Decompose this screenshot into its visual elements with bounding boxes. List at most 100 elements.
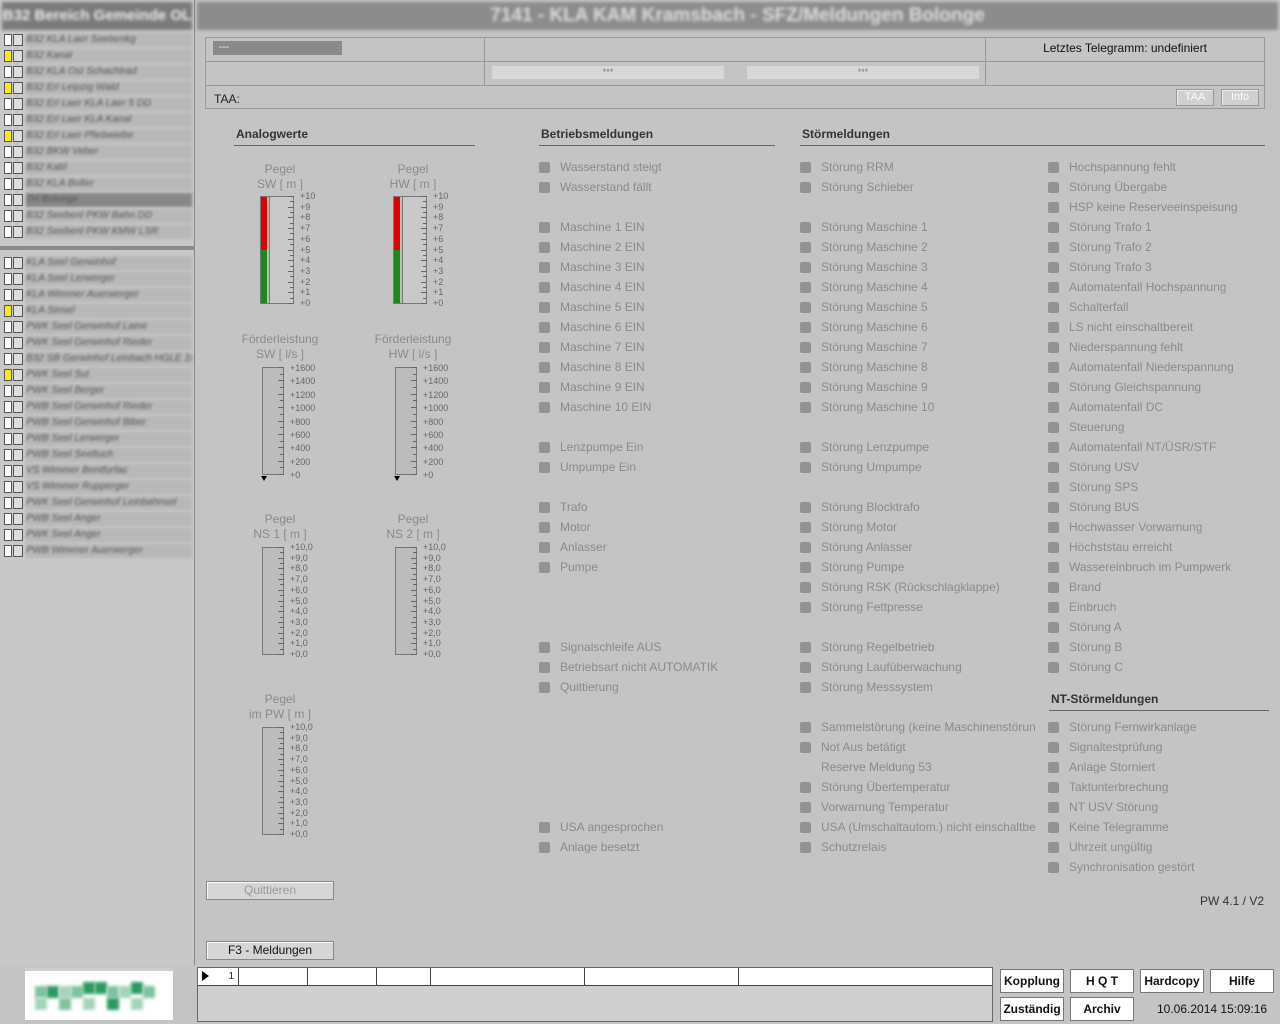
status-item: Hochwasser Vorwarnung bbox=[1048, 519, 1268, 535]
sidebar-item[interactable]: VS Wimmer Rupperger bbox=[4, 479, 192, 495]
hardcopy-button[interactable]: Hardcopy bbox=[1140, 969, 1204, 993]
quittieren-button[interactable]: Quittieren bbox=[206, 881, 334, 900]
zustaendig-button[interactable]: Zuständig bbox=[1000, 997, 1064, 1021]
sidebar-item[interactable]: B32 KLA Laer Seebenkg bbox=[4, 32, 192, 48]
gauge-tick bbox=[280, 649, 284, 650]
hqt-button[interactable]: H Q T bbox=[1070, 969, 1134, 993]
status-item: Maschine 2 EIN bbox=[539, 239, 774, 255]
sidebar-item[interactable]: PWB Seel Seeltuch bbox=[4, 447, 192, 463]
sidebar-item[interactable]: PWK Seel Anger bbox=[4, 527, 192, 543]
archiv-button[interactable]: Archiv bbox=[1070, 997, 1134, 1021]
sidebar-item[interactable]: B32 Seebenl PKW KMW LSR bbox=[4, 224, 192, 240]
status-indicator-icon bbox=[4, 481, 12, 493]
sidebar-item[interactable]: B32 SB Gerwinhof Leinbach HGLE 1020 bbox=[4, 351, 192, 367]
gauge-tick bbox=[278, 590, 284, 591]
sidebar-item[interactable]: B32 KLA Bolter bbox=[4, 176, 192, 192]
status-indicator-icon bbox=[800, 261, 811, 273]
info-button[interactable]: Info bbox=[1221, 89, 1259, 106]
sidebar-item[interactable]: B32 Erl Leipzig Wald bbox=[4, 80, 192, 96]
status-item: Störung Fernwirkanlage bbox=[1048, 719, 1268, 735]
gauge-tick bbox=[278, 813, 284, 814]
status-indicator-icon bbox=[1048, 221, 1059, 233]
sidebar-item[interactable]: PWB Seel Gerwinhof Rieder bbox=[4, 399, 192, 415]
sidebar-item[interactable]: KLA Sinsel bbox=[4, 303, 192, 319]
station-icon bbox=[13, 481, 23, 493]
gauge-scale-label: +9,0 bbox=[290, 732, 308, 743]
gauge-scale-label: +5,0 bbox=[423, 595, 441, 606]
taa-button[interactable]: TAA bbox=[1176, 89, 1214, 106]
sidebar-item[interactable]: PWB Seel Anger bbox=[4, 511, 192, 527]
gauge-tick bbox=[423, 266, 427, 267]
sidebar-list-1: B32 KLA Laer Seebenkg B32 Kanal B32 KLA Os… bbox=[4, 32, 192, 240]
sidebar-item[interactable]: B32 KLA Ost Schachtrad bbox=[4, 64, 192, 80]
status-indicator-icon bbox=[4, 353, 12, 365]
sidebar-item[interactable]: KLA Wimmer Auerwerger bbox=[4, 287, 192, 303]
status-item: Störung Fettpresse bbox=[800, 599, 1035, 615]
gauge-tick bbox=[278, 791, 284, 792]
sidebar-item[interactable]: B32 Erl Laer KLA Laer 5 DD bbox=[4, 96, 192, 112]
sidebar-item[interactable]: VS Wimmer Bentfurfac bbox=[4, 463, 192, 479]
status-indicator-icon bbox=[539, 321, 550, 333]
status-indicator-icon bbox=[539, 241, 550, 253]
gauge-fill-green bbox=[394, 250, 400, 303]
sidebar-item[interactable]: PWK Seel Sul bbox=[4, 367, 192, 383]
status-item: Maschine 9 EIN bbox=[539, 379, 774, 395]
gauge-tick bbox=[280, 617, 284, 618]
sidebar-item[interactable]: PWK Seel Gerwinhof Rieder bbox=[4, 335, 192, 351]
sidebar-item[interactable]: KLA Seel Lerwerger bbox=[4, 271, 192, 287]
sidebar-item[interactable]: 7H Bolonge bbox=[4, 192, 192, 208]
sidebar-item[interactable]: B32 Erl Laer KLA Kanal bbox=[4, 112, 192, 128]
status-item: USA angesprochen bbox=[539, 819, 774, 835]
gauge-tick bbox=[280, 764, 284, 765]
status-item: Störung Regelbetrieb bbox=[800, 639, 1035, 655]
status-label: Störung Pumpe bbox=[821, 560, 905, 574]
status-indicator-icon bbox=[539, 441, 550, 453]
sidebar-item[interactable]: PWK Seel Berger bbox=[4, 383, 192, 399]
gauge-scale: +10,0 +9,0 +8,0 +7,0 +6,0 +5,0 +4,0 +3,0 +2,0 +1,… bbox=[290, 542, 313, 660]
status-item: Störung Lenzpumpe bbox=[800, 439, 1035, 455]
gauge-tick bbox=[413, 374, 417, 375]
gauge-scale-label: +1600 bbox=[423, 363, 449, 373]
status-item: Wasserstand fällt bbox=[539, 179, 774, 195]
gauge-title: Pegel bbox=[264, 512, 296, 526]
sidebar-item[interactable]: PWK Seel Gerwinhof Laine bbox=[4, 319, 192, 335]
status-item: Störung Gleichspannung bbox=[1048, 379, 1268, 395]
table-row[interactable] bbox=[198, 968, 992, 986]
sidebar-item[interactable]: B32 Seebenl PKW Bahn DD bbox=[4, 208, 192, 224]
f3-meldungen-button[interactable]: F3 - Meldungen bbox=[206, 941, 334, 960]
gauge-unit: SW [ m ] bbox=[257, 177, 303, 191]
station-icon bbox=[13, 146, 23, 158]
hilfe-button[interactable]: Hilfe bbox=[1210, 969, 1274, 993]
kopplung-button[interactable]: Kopplung bbox=[1000, 969, 1064, 993]
sidebar-item[interactable]: KLA Seel Gerwinhof bbox=[4, 255, 192, 271]
sidebar-item[interactable]: B32 Erl Laer Pfiebwiebe bbox=[4, 128, 192, 144]
sidebar-item-label: KLA Seel Lerwerger bbox=[26, 272, 192, 286]
sidebar-item[interactable]: PWB Seel Lerwerger bbox=[4, 431, 192, 447]
gauge-tick bbox=[421, 239, 427, 240]
gauge-tick bbox=[413, 638, 417, 639]
status-item: Störung Messsystem bbox=[800, 679, 1035, 695]
sidebar-item[interactable]: PWB Seel Gerwinhof Biber bbox=[4, 415, 192, 431]
sidebar-item[interactable]: B32 Kabl bbox=[4, 160, 192, 176]
status-indicator-icon bbox=[800, 561, 811, 573]
gauge-scale-label: +1400 bbox=[290, 376, 316, 387]
sidebar-item[interactable]: B32 BKW Veber bbox=[4, 144, 192, 160]
gauge-tick bbox=[280, 454, 284, 455]
sidebar-item-label: PWK Seel Gerwinhof Laine bbox=[26, 320, 192, 334]
status-label: Synchronisation gestört bbox=[1069, 860, 1195, 874]
gauge-tick bbox=[421, 282, 427, 283]
status-indicator-icon bbox=[4, 273, 12, 285]
sidebar-item[interactable]: B32 Kanal bbox=[4, 48, 192, 64]
sidebar-item[interactable]: PWB Wimmer Auerwerger bbox=[4, 543, 192, 559]
status-item: NT USV Störung bbox=[1048, 799, 1268, 815]
status-indicator-icon bbox=[1048, 661, 1059, 673]
status-label: Störung Übertemperatur bbox=[821, 780, 951, 794]
sidebar-item[interactable]: PWK Seel Gerwinhof Leinbahnsel bbox=[4, 495, 192, 511]
status-indicator-icon bbox=[1048, 501, 1059, 513]
gauge-tick bbox=[280, 387, 284, 388]
status-label: Störung Gleichspannung bbox=[1069, 380, 1202, 394]
gauge-title: Pegel bbox=[264, 692, 296, 706]
status-indicator-icon bbox=[4, 529, 12, 541]
gauge-tick bbox=[411, 407, 417, 408]
row-number: 1 bbox=[228, 971, 234, 982]
